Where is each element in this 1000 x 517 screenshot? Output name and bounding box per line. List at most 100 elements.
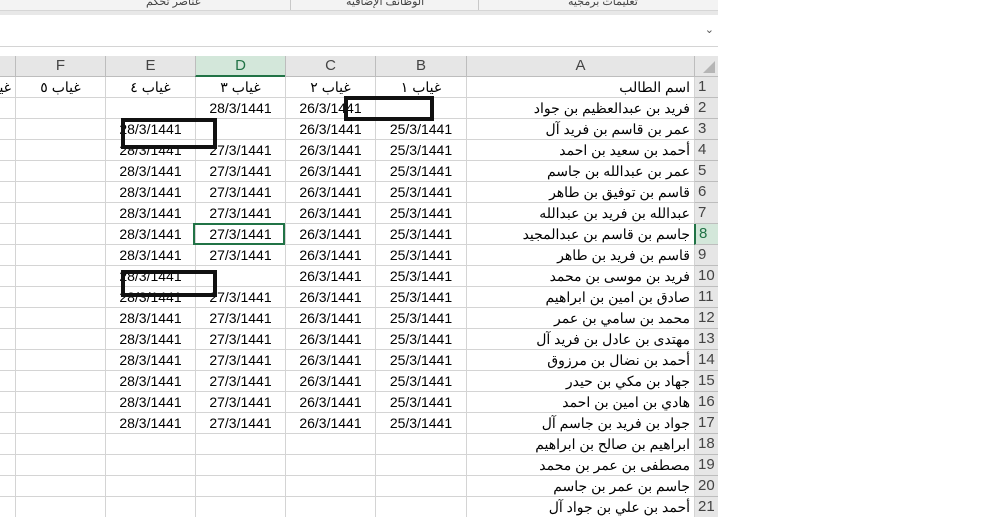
cell-c[interactable]: 26/3/1441: [285, 350, 375, 371]
cell-b[interactable]: [375, 434, 466, 455]
cell-g[interactable]: غياب ٦: [0, 77, 15, 98]
cell-a[interactable]: اسم الطالب: [466, 77, 694, 98]
cell-d[interactable]: [195, 119, 285, 140]
cell-e[interactable]: [105, 98, 195, 119]
cell-b[interactable]: 25/3/1441: [375, 161, 466, 182]
cell-f[interactable]: [15, 266, 105, 287]
cell-f[interactable]: [15, 287, 105, 308]
cell-f[interactable]: [15, 455, 105, 476]
row-number[interactable]: 17: [694, 413, 718, 434]
row-number[interactable]: 4: [694, 140, 718, 161]
cell-b[interactable]: 25/3/1441: [375, 371, 466, 392]
cell-c[interactable]: 26/3/1441: [285, 182, 375, 203]
cell-e[interactable]: [105, 497, 195, 517]
cell-g[interactable]: [0, 371, 15, 392]
cell-g[interactable]: [0, 329, 15, 350]
cell-c[interactable]: [285, 476, 375, 497]
row-number[interactable]: 13: [694, 329, 718, 350]
cell-d[interactable]: 27/3/1441: [195, 161, 285, 182]
column-header-d[interactable]: D: [195, 56, 285, 77]
cell-d[interactable]: 27/3/1441: [195, 308, 285, 329]
cell-d[interactable]: 27/3/1441: [195, 371, 285, 392]
cell-a[interactable]: جاسم بن عمر بن جاسم: [466, 476, 694, 497]
cell-a[interactable]: مهتدى بن عادل بن فريد آل: [466, 329, 694, 350]
column-header-e[interactable]: E: [105, 56, 195, 77]
cell-e[interactable]: 28/3/1441: [105, 161, 195, 182]
cell-g[interactable]: [0, 455, 15, 476]
row-number[interactable]: 11: [694, 287, 718, 308]
cell-f[interactable]: [15, 182, 105, 203]
row-number[interactable]: 8: [694, 224, 718, 245]
cell-g[interactable]: [0, 434, 15, 455]
cell-c[interactable]: 26/3/1441: [285, 119, 375, 140]
cell-g[interactable]: [0, 266, 15, 287]
cell-b[interactable]: 25/3/1441: [375, 140, 466, 161]
cell-f[interactable]: [15, 161, 105, 182]
cell-e[interactable]: 28/3/1441: [105, 392, 195, 413]
row-number[interactable]: 9: [694, 245, 718, 266]
row-number[interactable]: 10: [694, 266, 718, 287]
row-number[interactable]: 15: [694, 371, 718, 392]
cell-a[interactable]: هادي بن امين بن احمد: [466, 392, 694, 413]
column-header-a[interactable]: A: [466, 56, 694, 77]
cell-c[interactable]: 26/3/1441: [285, 329, 375, 350]
cell-b[interactable]: 25/3/1441: [375, 224, 466, 245]
cell-f[interactable]: [15, 434, 105, 455]
cell-e[interactable]: 28/3/1441: [105, 371, 195, 392]
cell-c[interactable]: 26/3/1441: [285, 203, 375, 224]
cell-d[interactable]: 27/3/1441: [195, 224, 285, 245]
cell-c[interactable]: 26/3/1441: [285, 287, 375, 308]
cell-b[interactable]: 25/3/1441: [375, 413, 466, 434]
cell-f[interactable]: [15, 329, 105, 350]
cell-f[interactable]: [15, 140, 105, 161]
cell-e[interactable]: [105, 455, 195, 476]
cell-a[interactable]: ابراهيم بن صالح بن ابراهيم: [466, 434, 694, 455]
cell-a[interactable]: محمد بن سامي بن عمر: [466, 308, 694, 329]
cell-c[interactable]: 26/3/1441: [285, 245, 375, 266]
cell-e[interactable]: 28/3/1441: [105, 266, 195, 287]
row-number[interactable]: 12: [694, 308, 718, 329]
cell-d[interactable]: [195, 497, 285, 517]
cell-c[interactable]: 26/3/1441: [285, 266, 375, 287]
cell-f[interactable]: [15, 413, 105, 434]
cell-g[interactable]: [0, 308, 15, 329]
cell-e[interactable]: 28/3/1441: [105, 224, 195, 245]
cell-c[interactable]: 26/3/1441: [285, 224, 375, 245]
row-number[interactable]: 21: [694, 497, 718, 517]
cell-a[interactable]: عمر بن عبدالله بن جاسم: [466, 161, 694, 182]
cell-g[interactable]: [0, 476, 15, 497]
cell-e[interactable]: 28/3/1441: [105, 140, 195, 161]
cell-b[interactable]: غياب ١: [375, 77, 466, 98]
cell-c[interactable]: 26/3/1441: [285, 308, 375, 329]
cell-g[interactable]: [0, 245, 15, 266]
select-all-corner[interactable]: [694, 56, 718, 77]
cell-f[interactable]: [15, 497, 105, 517]
cell-c[interactable]: [285, 434, 375, 455]
cell-f[interactable]: [15, 476, 105, 497]
row-number[interactable]: 7: [694, 203, 718, 224]
cell-b[interactable]: 25/3/1441: [375, 329, 466, 350]
cell-c[interactable]: [285, 455, 375, 476]
column-header-b[interactable]: B: [375, 56, 466, 77]
cell-g[interactable]: [0, 119, 15, 140]
cell-a[interactable]: مصطفى بن عمر بن محمد: [466, 455, 694, 476]
column-header-c[interactable]: C: [285, 56, 375, 77]
cell-b[interactable]: 25/3/1441: [375, 182, 466, 203]
cell-g[interactable]: [0, 224, 15, 245]
cell-e[interactable]: 28/3/1441: [105, 350, 195, 371]
cell-f[interactable]: [15, 392, 105, 413]
cell-d[interactable]: 27/3/1441: [195, 182, 285, 203]
cell-c[interactable]: غياب ٢: [285, 77, 375, 98]
cell-a[interactable]: أحمد بن علي بن جواد آل: [466, 497, 694, 517]
cell-e[interactable]: [105, 476, 195, 497]
row-number[interactable]: 3: [694, 119, 718, 140]
chevron-down-icon[interactable]: ⌄: [705, 23, 714, 37]
cell-b[interactable]: 25/3/1441: [375, 287, 466, 308]
cell-a[interactable]: أحمد بن سعيد بن احمد: [466, 140, 694, 161]
cell-a[interactable]: أحمد بن نضال بن مرزوق: [466, 350, 694, 371]
cell-f[interactable]: [15, 224, 105, 245]
cell-b[interactable]: 25/3/1441: [375, 245, 466, 266]
cell-f[interactable]: غياب ٥: [15, 77, 105, 98]
cell-c[interactable]: 26/3/1441: [285, 392, 375, 413]
row-number[interactable]: 2: [694, 98, 718, 119]
